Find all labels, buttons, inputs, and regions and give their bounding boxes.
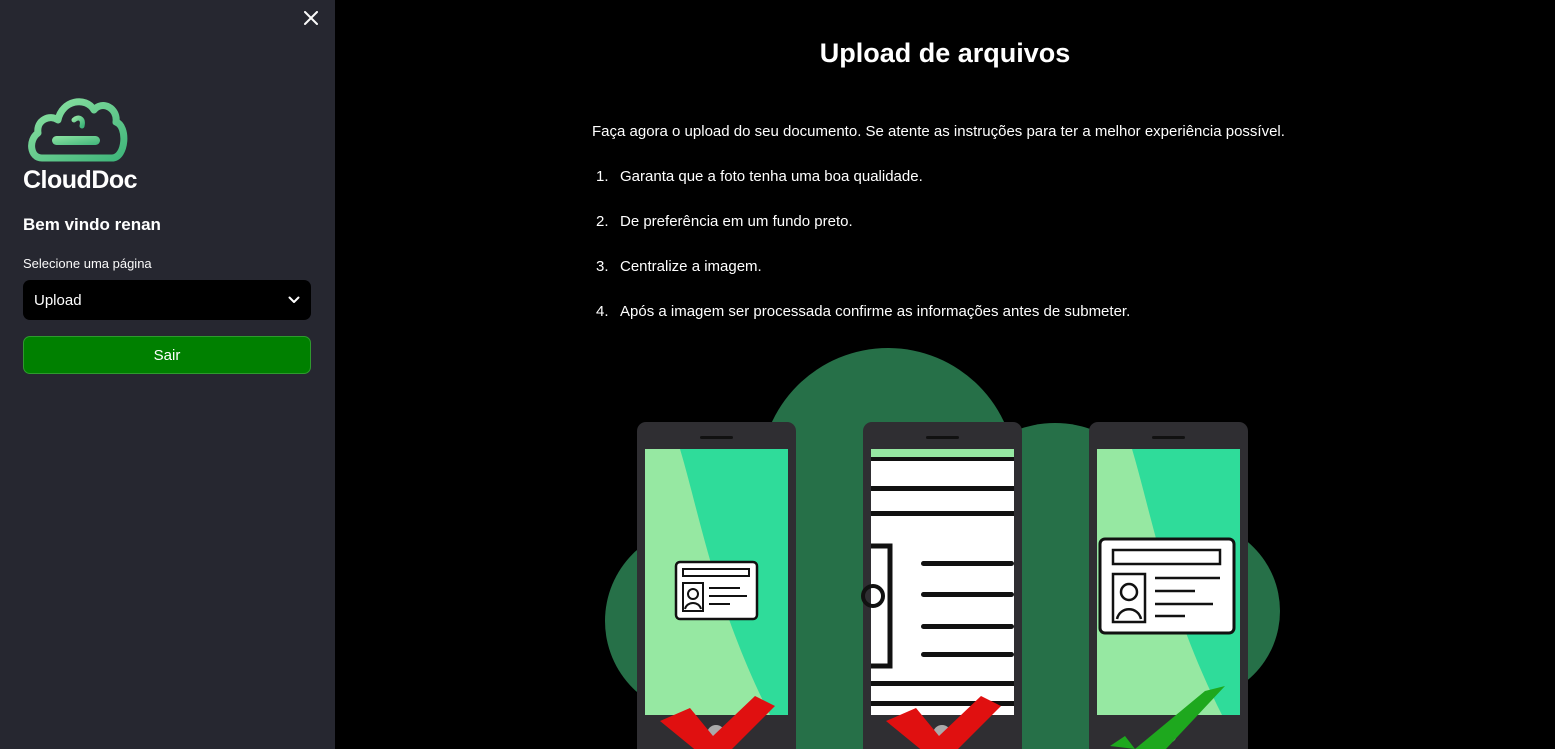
close-sidebar-button[interactable] <box>300 6 322 30</box>
phone-too-close <box>861 422 1022 749</box>
list-item: 2. De preferência em um fundo preto. <box>596 213 853 230</box>
sidebar: CloudDoc Bem vindo renan Selecione uma p… <box>0 0 335 749</box>
instructions-list: 1. Garanta que a foto tenha uma boa quali… <box>592 168 1130 348</box>
list-item: 3. Centralize a imagem. <box>596 258 762 275</box>
intro-text: Faça agora o upload do seu documento. Se… <box>592 123 1285 140</box>
upload-guidelines-illustration <box>605 348 1280 749</box>
close-icon <box>304 11 318 25</box>
phone-too-far <box>637 422 796 749</box>
logo-text: CloudDoc <box>23 166 138 194</box>
page-select[interactable]: Upload <box>23 280 311 320</box>
list-item: 1. Garanta que a foto tenha uma boa quali… <box>596 168 923 185</box>
page-select-label: Selecione uma página <box>23 256 152 271</box>
welcome-text: Bem vindo renan <box>23 215 161 234</box>
list-item: 4. Após a imagem ser processada confirme … <box>596 303 1131 320</box>
main-content: Upload de arquivos Faça agora o upload d… <box>335 0 1555 749</box>
page-select-value: Upload <box>34 291 82 309</box>
page-title: Upload de arquivos <box>819 38 1071 68</box>
id-card-icon <box>674 560 759 621</box>
phone-correct <box>1089 422 1248 749</box>
id-card-icon <box>1098 537 1236 635</box>
chevron-down-icon <box>288 296 300 303</box>
logout-button[interactable]: Sair <box>23 336 311 374</box>
